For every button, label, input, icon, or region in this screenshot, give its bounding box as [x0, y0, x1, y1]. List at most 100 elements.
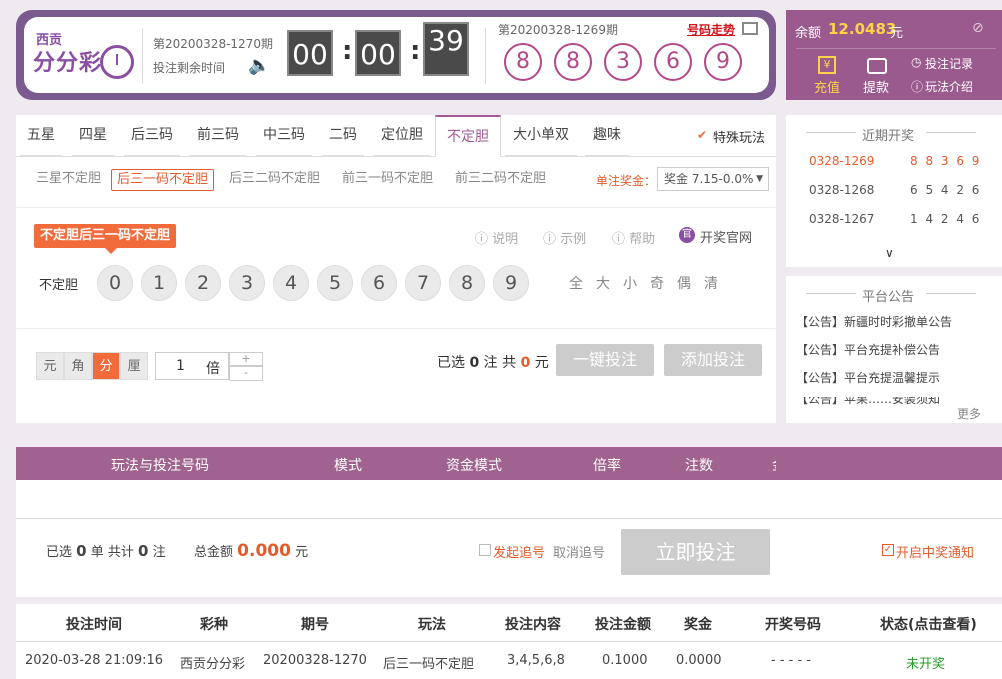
countdown-seconds: 39 — [423, 22, 469, 76]
order-header-ext — [776, 447, 1002, 480]
number-ball-0[interactable]: 0 — [97, 265, 133, 301]
bet-records-link[interactable]: 投注记录 — [925, 55, 973, 72]
multiplier-minus[interactable]: - — [229, 366, 263, 381]
multiplier-suffix: 倍 — [206, 361, 220, 377]
quick-small[interactable]: 小 — [623, 273, 637, 293]
notice-more-link[interactable]: 更多 — [957, 405, 981, 422]
notice-item[interactable]: 【公告】平台充提温馨提示 — [796, 369, 940, 386]
badge-arrow — [105, 248, 117, 254]
divider — [142, 28, 143, 84]
row-label: 不定胆 — [39, 278, 79, 293]
subtab-qiansan-yima[interactable]: 前三一码不定胆 — [337, 169, 438, 191]
hist-prize: 0.0000 — [676, 653, 722, 668]
withdraw-button[interactable]: 提款 — [863, 77, 889, 96]
notice-item[interactable]: 【公告】平台充提补偿公告 — [796, 341, 940, 358]
hist-amount: 0.1000 — [602, 653, 648, 668]
prize-select[interactable]: 奖金 7.15-0.0% ▼ — [657, 167, 769, 191]
hist-result: - - - - - — [771, 653, 811, 668]
notice-item[interactable]: 【公告】新疆时时彩撤单公告 — [796, 313, 952, 330]
unit-jiao[interactable]: 角 — [64, 352, 92, 380]
tab-quwei[interactable]: 趣味 — [585, 115, 629, 156]
unit-yuan[interactable]: 元 — [36, 352, 64, 380]
subtab-housan-erma[interactable]: 后三二码不定胆 — [224, 169, 325, 191]
number-ball-4[interactable]: 4 — [273, 265, 309, 301]
subtab-qiansan-erma[interactable]: 前三二码不定胆 — [450, 169, 551, 191]
hist-col-prize: 奖金 — [684, 617, 712, 633]
chase-label[interactable]: 发起追号 — [493, 542, 545, 561]
special-play-link[interactable]: 特殊玩法 — [713, 127, 765, 146]
prize-label: 单注奖金： — [596, 174, 657, 188]
bet-now-button[interactable]: 立即投注 — [621, 529, 770, 575]
tab-erma[interactable]: 二码 — [322, 115, 364, 156]
official-site-link[interactable]: 开奖官网 — [700, 227, 752, 246]
tab-budingdan[interactable]: 不定胆 — [435, 115, 501, 157]
last-issue: 第20200328-1269期 — [498, 23, 618, 37]
chart-icon[interactable] — [742, 22, 758, 35]
number-ball-6[interactable]: 6 — [361, 265, 397, 301]
tab-housan[interactable]: 后三码 — [124, 115, 180, 156]
unit-li[interactable]: 厘 — [120, 352, 148, 380]
col-count: 注数 — [685, 458, 713, 474]
subtab-sanxing[interactable]: 三星不定胆 — [31, 169, 106, 191]
divider — [16, 207, 776, 208]
quick-all[interactable]: 全 — [569, 273, 583, 293]
tab-dingweidan[interactable]: 定位胆 — [374, 115, 430, 156]
number-ball-2[interactable]: 2 — [185, 265, 221, 301]
sound-icon[interactable]: 🔈 — [248, 55, 270, 76]
notify-label[interactable]: 开启中奖通知 — [896, 542, 974, 561]
expand-chevron-icon[interactable]: ∨ — [885, 246, 894, 260]
explain-link[interactable]: ⓘ 说明 — [475, 228, 518, 247]
tab-daxiao[interactable]: 大小单双 — [505, 115, 577, 156]
notify-checkbox[interactable]: ✓ — [882, 544, 894, 556]
clock-icon — [100, 45, 134, 79]
hist-col-status: 状态(点击查看) — [880, 617, 977, 633]
sum-pre: 已选 — [46, 545, 73, 560]
add-bet-button[interactable]: 添加投注 — [664, 344, 762, 376]
notice-item-text: 【公告】苹果……安装须知 — [796, 397, 941, 405]
deposit-button[interactable]: 充值 — [814, 77, 840, 96]
special-icon: ✔ — [697, 128, 708, 142]
number-ball-8[interactable]: 8 — [449, 265, 485, 301]
multiplier-plus[interactable]: + — [229, 352, 263, 366]
divider — [485, 28, 486, 84]
deposit-icon[interactable]: ¥ — [818, 56, 836, 74]
tab-zhongsan[interactable]: 中三码 — [256, 115, 312, 156]
chase-checkbox[interactable] — [479, 544, 491, 556]
quick-big[interactable]: 大 — [596, 273, 610, 293]
subtab-housan-yima[interactable]: 后三一码不定胆 — [111, 169, 215, 191]
tab-sixing[interactable]: 四星 — [72, 115, 114, 156]
number-ball-3[interactable]: 3 — [229, 265, 265, 301]
example-link[interactable]: ⓘ 示例 — [543, 228, 586, 247]
trend-link[interactable]: 号码走势 — [687, 21, 735, 38]
number-ball-5[interactable]: 5 — [317, 265, 353, 301]
one-click-bet-button[interactable]: 一键投注 — [556, 344, 654, 376]
rules-link[interactable]: 玩法介绍 — [925, 78, 973, 95]
hist-play: 后三一码不定胆 — [383, 657, 475, 672]
number-ball-1[interactable]: 1 — [141, 265, 177, 301]
result-ball: 8 — [554, 43, 592, 81]
quick-even[interactable]: 偶 — [677, 273, 691, 293]
countdown-hours: 00 — [287, 30, 333, 76]
hist-status-link[interactable]: 未开奖 — [906, 653, 945, 672]
quick-clear[interactable]: 清 — [704, 273, 718, 293]
recent-numbers: 6 5 4 2 6 — [910, 183, 982, 197]
tab-wuxing[interactable]: 五星 — [20, 115, 62, 156]
hide-eye-icon[interactable]: ⊘ — [972, 20, 984, 36]
title-rule — [926, 132, 976, 133]
number-ball-9[interactable]: 9 — [493, 265, 529, 301]
help-link[interactable]: ⓘ 帮助 — [612, 228, 655, 247]
hist-col-result: 开奖号码 — [765, 617, 821, 633]
quick-odd[interactable]: 奇 — [650, 273, 664, 293]
sel-count: 0 — [469, 355, 480, 371]
cancel-chase-link[interactable]: 取消追号 — [553, 542, 605, 561]
wallet-icon[interactable] — [867, 58, 887, 74]
notice-item[interactable]: 【公告】苹果……安装须知 — [796, 397, 940, 405]
hist-time: 2020-03-28 21:09:16 — [25, 653, 164, 668]
records-icon: ◷ — [911, 55, 922, 69]
tab-qiansan[interactable]: 前三码 — [190, 115, 246, 156]
number-ball-7[interactable]: 7 — [405, 265, 441, 301]
result-ball: 9 — [704, 43, 742, 81]
example-label: 示例 — [560, 232, 587, 247]
unit-fen[interactable]: 分 — [92, 352, 120, 380]
result-ball: 3 — [604, 43, 642, 81]
